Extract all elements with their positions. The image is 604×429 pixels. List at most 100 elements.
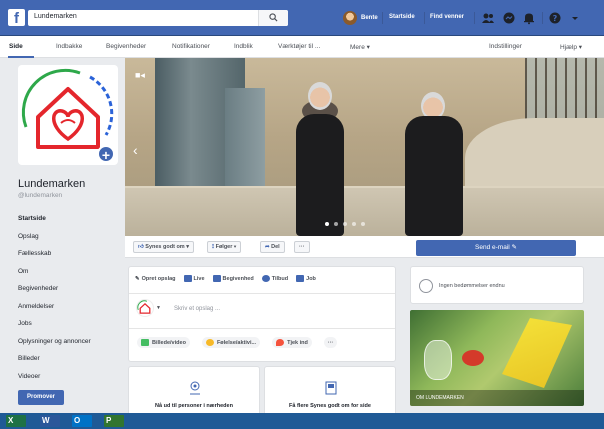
photo-video-button[interactable]: Billede/video: [137, 337, 190, 348]
briefcase-icon: [296, 275, 305, 282]
help-question-icon[interactable]: ?: [548, 11, 562, 25]
left-menu-item-community[interactable]: Fællesskab: [18, 245, 123, 263]
reviews-card[interactable]: Ingen bedømmelser endnu: [410, 266, 584, 304]
cover-photo[interactable]: ■◂ ‹: [125, 58, 604, 236]
promote-button[interactable]: Promover: [18, 390, 64, 405]
account-menu-chevron-down-icon[interactable]: [568, 11, 582, 25]
offer-tag-icon: [261, 275, 270, 282]
left-column: + Lundemarken @lundemarken Startside Ops…: [0, 58, 125, 418]
messenger-icon[interactable]: [502, 11, 516, 25]
promo-card-likes-text: Få flere Synes godt om for side: [289, 403, 371, 409]
page-handle[interactable]: @lundemarken: [18, 192, 62, 199]
more-composer-options-button[interactable]: ···: [323, 337, 338, 348]
left-menu-item-reviews[interactable]: Anmeldelser: [18, 298, 123, 316]
live-label: Live: [193, 275, 205, 282]
photo-card-label: OM LUNDEMARKEN: [410, 390, 584, 406]
left-menu-item-posts[interactable]: Opslag: [18, 228, 123, 246]
photo-red-object: [462, 350, 484, 366]
composer-page-avatar[interactable]: [136, 299, 154, 317]
composer-input[interactable]: Skriv et opslag ...: [174, 306, 220, 312]
check-in-label: Tjek ind: [287, 339, 308, 346]
job-tab[interactable]: Job: [296, 275, 316, 282]
left-menu-item-photos[interactable]: Billeder: [18, 350, 123, 368]
nav-home-link[interactable]: Startside: [389, 14, 415, 20]
notifications-bell-icon[interactable]: [522, 11, 536, 25]
slide-dot[interactable]: [352, 222, 356, 226]
slide-dot[interactable]: [334, 222, 338, 226]
person-head: [308, 82, 332, 110]
feeling-activity-label: Følelse/aktivi...: [216, 339, 257, 346]
search-button[interactable]: [258, 10, 288, 26]
tab-more[interactable]: Mere ▾: [350, 43, 370, 51]
promo-card-nearby[interactable]: Nå ud til personer i nærheden: [128, 366, 260, 420]
slide-dot[interactable]: [325, 222, 329, 226]
video-camera-icon[interactable]: ■◂: [135, 70, 145, 81]
page-likes-icon: [325, 381, 337, 395]
friend-requests-icon[interactable]: [481, 11, 495, 25]
left-menu-item-home[interactable]: Startside: [18, 210, 123, 228]
rss-feed-icon: ⟟: [212, 244, 215, 250]
more-actions-button[interactable]: ···: [294, 241, 310, 253]
svg-text:?: ?: [553, 14, 558, 23]
avatar: [343, 11, 357, 25]
left-menu-item-events[interactable]: Begivenheder: [18, 280, 123, 298]
tab-inbox[interactable]: Indbakke: [56, 43, 82, 50]
share-button[interactable]: ➦ Del: [260, 241, 285, 253]
feeling-activity-button[interactable]: Følelse/aktivi...: [201, 337, 261, 348]
reviews-text: Ingen bedømmelser endnu: [439, 283, 505, 289]
slide-dot[interactable]: [343, 222, 347, 226]
post-composer: ✎ Opret opslag Live Begivenhed Tilbud Job…: [128, 266, 396, 362]
live-tab[interactable]: Live: [183, 275, 205, 282]
photo-glass-jar: [424, 340, 452, 380]
chevron-down-icon[interactable]: ▼: [156, 305, 161, 311]
tab-notifications[interactable]: Notifikationer: [172, 43, 210, 50]
tab-insights[interactable]: Indblik: [234, 43, 253, 50]
about-photo-card[interactable]: OM LUNDEMARKEN: [410, 310, 584, 406]
send-email-button[interactable]: Send e-mail ✎: [416, 240, 576, 256]
cover-slideshow-dots: [325, 222, 365, 226]
promo-card-likes[interactable]: Få flere Synes godt om for side: [264, 366, 396, 420]
nav-find-friends-link[interactable]: Find venner: [430, 14, 464, 20]
check-in-button[interactable]: Tjek ind: [272, 337, 312, 348]
promo-card-nearby-text: Nå ud til personer i nærheden: [155, 403, 233, 409]
outlook-app-icon[interactable]: O: [72, 415, 92, 427]
nav-divider: [542, 12, 543, 24]
tab-page[interactable]: Side: [9, 43, 23, 50]
follow-button-label: Følger ▾: [215, 244, 237, 250]
smiley-icon: [205, 339, 214, 346]
page-title: Lundemarken: [18, 178, 86, 190]
search-input[interactable]: Lundemarken: [28, 10, 288, 26]
word-app-icon[interactable]: W: [40, 415, 60, 427]
excel-app-icon[interactable]: X: [6, 415, 26, 427]
left-menu-item-jobs[interactable]: Jobs: [18, 315, 123, 333]
create-post-label: Opret opslag: [141, 275, 176, 282]
cover-fountain-ledge: [125, 186, 604, 236]
offer-tab[interactable]: Tilbud: [261, 275, 289, 282]
slide-dot[interactable]: [361, 222, 365, 226]
tab-tools[interactable]: Værktøjer til ...: [278, 43, 320, 50]
live-video-icon: [183, 275, 192, 282]
job-label: Job: [306, 275, 316, 282]
photo-video-label: Billede/video: [152, 339, 186, 346]
profile-add-icon[interactable]: +: [97, 145, 115, 163]
nav-divider: [382, 12, 383, 24]
location-target-icon: [190, 381, 200, 395]
left-menu-item-about[interactable]: Om: [18, 263, 123, 281]
offer-label: Tilbud: [271, 275, 289, 282]
event-tab[interactable]: Begivenhed: [212, 275, 254, 282]
like-button-label: Synes godt om ▾: [145, 244, 189, 250]
left-menu-item-videos[interactable]: Videoer: [18, 368, 123, 386]
project-app-icon[interactable]: P: [104, 415, 124, 427]
composer-bottom-actions: Billede/video Følelse/aktivi... Tjek ind…: [137, 337, 338, 348]
tab-events[interactable]: Begivenheder: [106, 43, 146, 50]
nav-user-profile[interactable]: Bente: [343, 10, 378, 26]
like-button[interactable]: 👍︎ Synes godt om ▾: [133, 241, 194, 253]
calendar-icon: [212, 275, 221, 282]
create-post-tab[interactable]: ✎ Opret opslag: [135, 275, 176, 282]
chevron-left-icon[interactable]: ‹: [133, 142, 138, 158]
facebook-logo-icon[interactable]: f: [8, 9, 25, 27]
follow-button[interactable]: ⟟ Følger ▾: [207, 241, 242, 253]
tab-help[interactable]: Hjælp ▾: [560, 43, 582, 51]
left-menu-item-info-ads[interactable]: Oplysninger og annoncer: [18, 333, 123, 351]
tab-settings[interactable]: Indstillinger: [489, 43, 522, 50]
